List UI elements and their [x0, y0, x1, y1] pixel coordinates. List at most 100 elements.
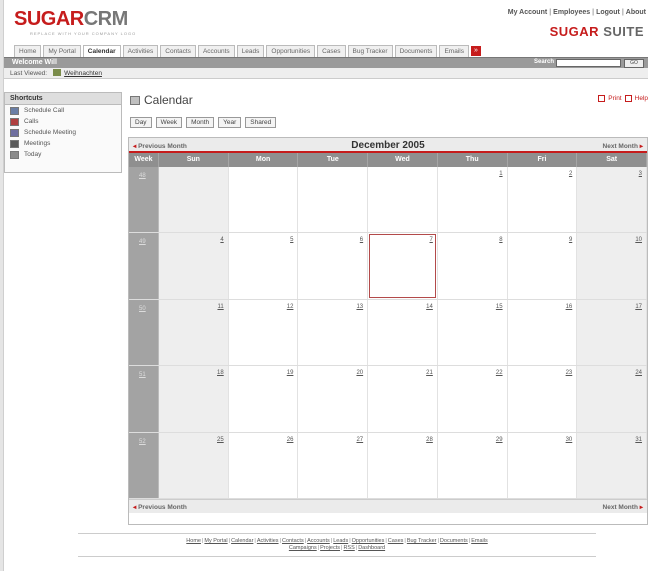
column-header-tue: Tue [298, 153, 369, 167]
day-cell[interactable]: 15 [437, 299, 508, 366]
day-cell[interactable]: 19 [228, 366, 299, 432]
day-cell[interactable]: 3 [577, 167, 647, 233]
help-link[interactable]: Help [635, 95, 648, 102]
week-number-link[interactable]: 50 [129, 299, 159, 366]
separator: | [404, 538, 406, 544]
about-link[interactable]: About [626, 9, 646, 16]
help-icon[interactable] [624, 95, 632, 102]
day-cell[interactable]: 17 [577, 299, 647, 366]
footer-link-campaigns[interactable]: Campaigns [289, 545, 317, 551]
search-go-button[interactable]: GO [624, 59, 644, 68]
day-cell[interactable]: 9 [507, 233, 578, 299]
week-row: 50 11 12 13 14 15 16 17 [129, 299, 647, 367]
sugarcrm-logo[interactable]: SUGARCRM [14, 8, 128, 31]
day-cell[interactable]: 27 [298, 432, 369, 498]
day-cell[interactable]: 22 [437, 366, 508, 432]
footer-link-accounts[interactable]: Accounts [307, 538, 330, 544]
page-title-text: Calendar [144, 93, 193, 107]
day-cell[interactable]: 18 [159, 366, 229, 432]
footer-link-bug-tracker[interactable]: Bug Tracker [407, 538, 437, 544]
separator: | [349, 538, 351, 544]
day-cell[interactable]: 30 [507, 432, 578, 498]
day-cell[interactable]: 2 [507, 167, 578, 233]
tab-activities[interactable]: Activities [122, 45, 159, 57]
print-link[interactable]: Print [608, 95, 621, 102]
day-cell[interactable]: 8 [437, 233, 508, 299]
footer-link-contacts[interactable]: Contacts [282, 538, 304, 544]
footer-link-leads[interactable]: Leads [333, 538, 348, 544]
footer-link-my-portal[interactable]: My Portal [204, 538, 227, 544]
footer-link-rss[interactable]: RSS [343, 545, 354, 551]
week-number-link[interactable]: 49 [129, 233, 159, 299]
tab-emails[interactable]: Emails [439, 45, 469, 57]
footer-link-home[interactable]: Home [186, 538, 201, 544]
day-cell[interactable]: 29 [437, 432, 508, 498]
next-month-link-bottom[interactable]: Next Month [603, 503, 643, 511]
meetings-icon [10, 139, 19, 148]
tab-opportunities[interactable]: Opportunities [266, 45, 316, 57]
day-cell[interactable]: 1 [437, 167, 508, 233]
tab-accounts[interactable]: Accounts [197, 45, 235, 57]
footer-link-emails[interactable]: Emails [471, 538, 488, 544]
view-day-button[interactable]: Day [130, 117, 152, 128]
day-cell[interactable]: 28 [368, 432, 438, 498]
day-cell[interactable]: 11 [159, 299, 229, 366]
view-month-button[interactable]: Month [186, 117, 215, 128]
next-month-link[interactable]: Next Month [603, 142, 643, 150]
day-cell[interactable]: 14 [368, 299, 438, 366]
column-header-sat: Sat [577, 153, 647, 167]
day-cell[interactable]: 26 [228, 432, 299, 498]
day-cell[interactable]: 31 [577, 432, 647, 498]
tab-contacts[interactable]: Contacts [160, 45, 196, 57]
tab-cases[interactable]: Cases [317, 45, 346, 57]
more-tabs-arrow-icon[interactable]: » [470, 46, 481, 56]
tab-leads[interactable]: Leads [236, 45, 265, 57]
footer-link-dashboard[interactable]: Dashboard [358, 545, 385, 551]
view-week-button[interactable]: Week [155, 117, 183, 128]
day-cell[interactable]: 12 [228, 299, 299, 366]
footer-link-activities[interactable]: Activities [257, 538, 279, 544]
last-viewed-link[interactable]: Weihnachten [64, 70, 102, 77]
footer-link-documents[interactable]: Documents [440, 538, 468, 544]
view-shared-button[interactable]: Shared [245, 117, 277, 128]
day-cell[interactable]: 5 [228, 233, 299, 299]
month-nav-bar: Previous Month December 2005 Next Month [129, 138, 647, 153]
day-cell[interactable]: 25 [159, 432, 229, 498]
day-cell[interactable]: 24 [577, 366, 647, 432]
day-cell[interactable]: 20 [298, 366, 369, 432]
print-help-links: Print Help [598, 95, 648, 102]
week-number-link[interactable]: 48 [129, 167, 159, 233]
shortcut-today[interactable]: Today [5, 149, 121, 160]
week-number-link[interactable]: 51 [129, 366, 159, 432]
week-number-link[interactable]: 52 [129, 432, 159, 498]
day-cell[interactable]: 23 [507, 366, 578, 432]
day-cell[interactable]: 4 [159, 233, 229, 299]
day-cell[interactable]: 13 [298, 299, 369, 366]
tab-my-portal[interactable]: My Portal [43, 45, 81, 57]
logout-link[interactable]: Logout [596, 9, 620, 16]
previous-month-link-bottom[interactable]: Previous Month [133, 503, 187, 511]
tab-bug-tracker[interactable]: Bug Tracker [347, 45, 393, 57]
day-cell[interactable]: 6 [298, 233, 369, 299]
shortcut-meetings[interactable]: Meetings [5, 138, 121, 149]
tab-home[interactable]: Home [14, 45, 42, 57]
view-year-button[interactable]: Year [218, 117, 242, 128]
footer-link-calendar[interactable]: Calendar [231, 538, 253, 544]
print-icon[interactable] [598, 95, 606, 102]
employees-link[interactable]: Employees [553, 9, 590, 16]
calendar-weeks: 48 1 2 3 49 4 5 6 7 8 9 10 50 11 12 13 14 15 16 17 51 18 19 20 2… [129, 167, 647, 499]
shortcut-schedule-call[interactable]: Schedule Call [5, 105, 121, 116]
shortcut-calls[interactable]: Calls [5, 116, 121, 127]
search-input[interactable] [556, 59, 621, 67]
day-cell[interactable]: 21 [368, 366, 438, 432]
tab-calendar[interactable]: Calendar [82, 45, 121, 57]
footer-link-opportunities[interactable]: Opportunities [352, 538, 385, 544]
footer-link-cases[interactable]: Cases [388, 538, 404, 544]
day-cell[interactable]: 7 [368, 233, 438, 299]
shortcut-schedule-meeting[interactable]: Schedule Meeting [5, 127, 121, 138]
tab-documents[interactable]: Documents [394, 45, 438, 57]
day-cell[interactable]: 16 [507, 299, 578, 366]
my-account-link[interactable]: My Account [508, 9, 547, 16]
day-cell[interactable]: 10 [577, 233, 647, 299]
footer-link-projects[interactable]: Projects [320, 545, 340, 551]
